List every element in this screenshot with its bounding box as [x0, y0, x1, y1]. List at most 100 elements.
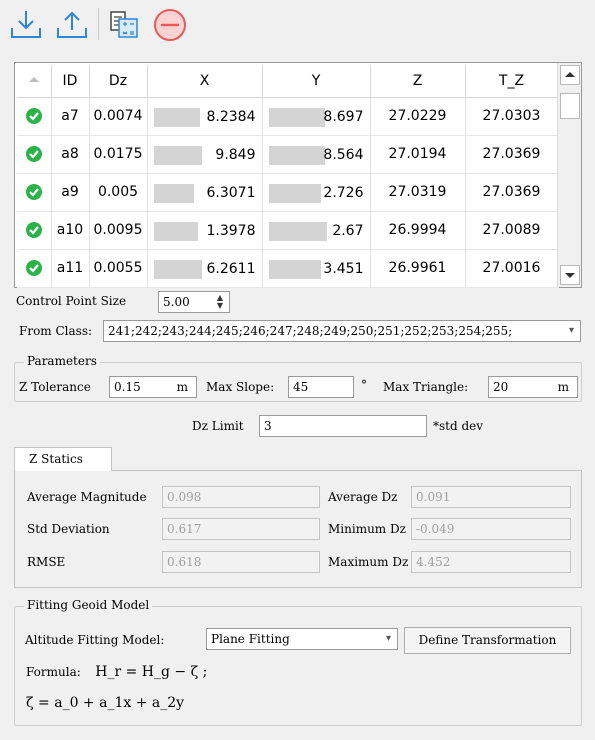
dz-cell: 0.0095 [89, 211, 148, 250]
from-class-select[interactable]: 241;242;243;244;245;246;247;248;249;250;… [103, 320, 581, 342]
toolbar-separator [98, 8, 99, 40]
max-slope-value: 45 [293, 380, 309, 394]
table-row[interactable]: a8 0.0175 9.849 8.564 27.0194 27.0369 [17, 135, 559, 174]
max-slope-label: Max Slope: [206, 380, 275, 394]
check-icon [25, 222, 42, 238]
masked-bar [268, 259, 321, 279]
column-header-dz[interactable]: Dz [89, 65, 148, 98]
scroll-down-button[interactable] [560, 265, 580, 285]
status-cell [17, 173, 52, 212]
scroll-up-button[interactable] [560, 65, 580, 85]
check-icon [25, 260, 42, 276]
std-deviation-label: Std Deviation [27, 522, 110, 536]
minimum-dz-field: -0.049 [411, 518, 571, 540]
check-icon [25, 108, 42, 124]
z-tolerance-unit: m [176, 380, 188, 394]
formula-1: H_r = H_g − ζ ; [95, 664, 208, 680]
altitude-fitting-model-value: Plane Fitting [211, 632, 290, 646]
masked-bar [153, 107, 200, 127]
masked-bar [268, 221, 327, 241]
remove-icon[interactable] [152, 6, 188, 42]
altitude-fitting-model-select[interactable]: Plane Fitting ▾ [206, 628, 398, 650]
status-cell [17, 211, 52, 250]
formula-line-1: Formula: H_r = H_g − ζ ; [26, 664, 207, 680]
import-icon[interactable] [8, 6, 44, 42]
from-class-value: 241;242;243;244;245;246;247;248;249;250;… [108, 324, 513, 338]
table-header: ID Dz X Y Z T_Z [17, 65, 559, 98]
tab-z-statics[interactable]: Z Statics [14, 447, 112, 471]
spin-buttons[interactable]: ▲ ▼ [213, 294, 227, 310]
calculator-icon[interactable] [106, 6, 142, 42]
control-point-size-input[interactable]: 5.00 ▲ ▼ [158, 291, 230, 313]
rmse-field: 0.618 [162, 551, 320, 573]
maximum-dz-field: 4.452 [411, 551, 571, 573]
table-row[interactable]: a7 0.0074 8.2384 8.697 27.0229 27.0303 [17, 97, 559, 136]
export-icon[interactable] [54, 6, 90, 42]
check-icon [25, 146, 42, 162]
tz-cell: 27.0303 [465, 97, 559, 136]
control-point-size-label: Control Point Size [16, 294, 127, 308]
table-scrollbar[interactable] [557, 63, 581, 287]
define-transformation-button[interactable]: Define Transformation [404, 627, 571, 654]
id-cell: a8 [51, 135, 90, 174]
y-value: 8.697 [323, 108, 364, 125]
average-magnitude-field: 0.098 [162, 486, 320, 508]
max-triangle-value: 20 [493, 380, 509, 394]
x-cell: 6.3071 [147, 173, 263, 212]
max-slope-unit: ° [361, 378, 367, 392]
x-value: 8.2384 [206, 108, 256, 125]
z-cell: 26.9994 [370, 211, 466, 250]
masked-bar [268, 183, 321, 203]
id-cell: a9 [51, 173, 90, 212]
column-header-id[interactable]: ID [51, 65, 90, 98]
x-cell: 1.3978 [147, 211, 263, 250]
tz-cell: 27.0016 [465, 249, 559, 288]
id-cell: a11 [51, 249, 90, 288]
dz-cell: 0.0175 [89, 135, 148, 174]
status-cell [17, 135, 52, 174]
masked-bar [268, 107, 325, 127]
column-header-x[interactable]: X [147, 65, 263, 98]
parameters-title: Parameters [24, 354, 100, 368]
x-value: 6.2611 [206, 260, 256, 277]
dz-limit-input[interactable]: 3 [259, 415, 427, 437]
masked-bar [153, 221, 198, 241]
max-slope-input[interactable]: 45 [288, 376, 354, 398]
sort-column-header[interactable] [17, 65, 52, 98]
y-cell: 3.451 [262, 249, 371, 288]
y-value: 2.726 [323, 184, 364, 201]
max-triangle-label: Max Triangle: [383, 380, 469, 394]
x-value: 9.849 [215, 146, 256, 163]
tz-cell: 27.0369 [465, 173, 559, 212]
z-cell: 26.9961 [370, 249, 466, 288]
z-cell: 27.0319 [370, 173, 466, 212]
column-header-z[interactable]: Z [370, 65, 466, 98]
scroll-thumb[interactable] [560, 93, 580, 119]
y-cell: 8.564 [262, 135, 371, 174]
max-triangle-unit: m [557, 380, 569, 394]
control-point-size-value: 5.00 [163, 295, 190, 309]
column-header-y[interactable]: Y [262, 65, 371, 98]
tz-cell: 27.0089 [465, 211, 559, 250]
column-header-tz[interactable]: T_Z [465, 65, 559, 98]
y-cell: 8.697 [262, 97, 371, 136]
chevron-up-icon [565, 72, 575, 77]
dz-cell: 0.0074 [89, 97, 148, 136]
z-tolerance-input[interactable]: 0.15 m [109, 376, 197, 398]
control-points-table: ID Dz X Y Z T_Z a7 0.0074 8.2384 8.697 2… [14, 62, 582, 288]
minimum-dz-label: Minimum Dz [328, 522, 406, 536]
status-cell [17, 249, 52, 288]
from-class-label: From Class: [19, 324, 93, 338]
id-cell: a7 [51, 97, 90, 136]
masked-bar [153, 259, 202, 279]
std-deviation-field: 0.617 [162, 518, 320, 540]
table-row[interactable]: a11 0.0055 6.2611 3.451 26.9961 27.0016 [17, 249, 559, 288]
max-triangle-input[interactable]: 20 m [488, 376, 578, 398]
y-cell: 2.67 [262, 211, 371, 250]
table-row[interactable]: a9 0.005 6.3071 2.726 27.0319 27.0369 [17, 173, 559, 212]
table-row[interactable]: a10 0.0095 1.3978 2.67 26.9994 27.0089 [17, 211, 559, 250]
z-cell: 27.0229 [370, 97, 466, 136]
dz-limit-value: 3 [264, 419, 272, 433]
status-cell [17, 97, 52, 136]
dz-cell: 0.005 [89, 173, 148, 212]
